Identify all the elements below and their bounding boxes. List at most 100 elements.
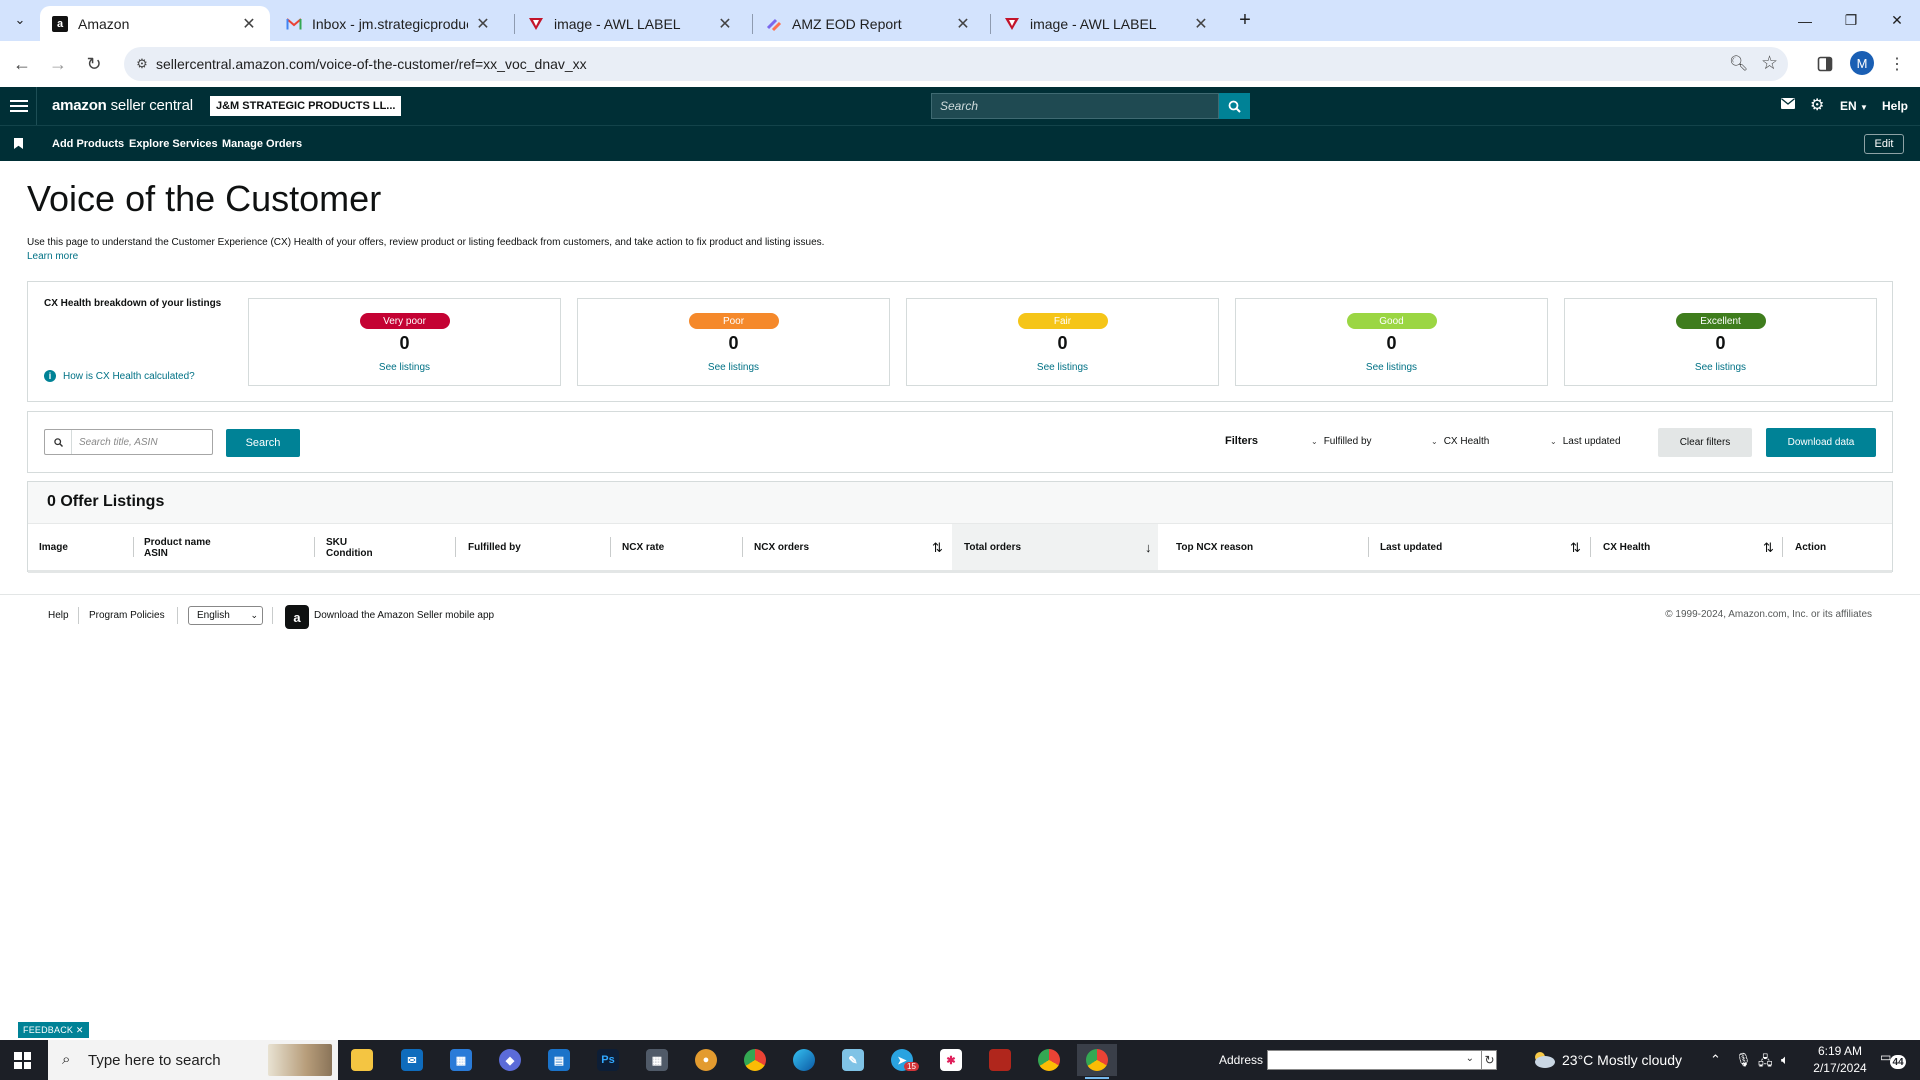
slack-icon[interactable]: ✱ bbox=[931, 1044, 971, 1076]
weather-text[interactable]: 23°C Mostly cloudy bbox=[1562, 1052, 1682, 1068]
program-policies-link[interactable]: Program Policies bbox=[89, 610, 165, 621]
last-updated-filter[interactable]: ⌄ Last updated bbox=[1550, 436, 1621, 447]
footer-language-select[interactable]: English ⌄ bbox=[188, 606, 263, 625]
learn-more-link[interactable]: Learn more bbox=[27, 251, 78, 262]
site-settings-icon[interactable]: ⚙ bbox=[132, 54, 152, 74]
footer-help-link[interactable]: Help bbox=[48, 610, 69, 621]
col-top-ncx-reason[interactable]: Top NCX reason bbox=[1176, 524, 1366, 571]
help-link[interactable]: Help bbox=[1882, 99, 1908, 113]
hamburger-menu-icon[interactable] bbox=[10, 97, 28, 115]
minimize-icon[interactable]: — bbox=[1782, 0, 1828, 41]
refresh-icon[interactable]: ↻ bbox=[1481, 1050, 1497, 1070]
bookmark-star-icon[interactable]: ☆ bbox=[1761, 52, 1778, 75]
feedback-tab[interactable]: FEEDBACK ✕ bbox=[18, 1022, 89, 1038]
subnav-add-products[interactable]: Add Products bbox=[52, 138, 124, 150]
browser-menu-icon[interactable]: ⋮ bbox=[1884, 51, 1910, 77]
profile-avatar[interactable]: M bbox=[1850, 51, 1874, 75]
edge-icon[interactable] bbox=[784, 1044, 824, 1076]
system-clock[interactable]: 6:19 AM 2/17/2024 bbox=[1805, 1043, 1875, 1077]
notifications-icon[interactable]: ▭ 44 bbox=[1880, 1050, 1906, 1070]
new-tab-plus-icon[interactable]: + bbox=[1233, 8, 1257, 32]
taskbar-search[interactable]: ⌕ Type here to search bbox=[48, 1040, 338, 1080]
photoshop-icon[interactable]: Ps bbox=[588, 1044, 628, 1076]
chrome-profile-icon[interactable] bbox=[1029, 1044, 1069, 1076]
forward-arrow-icon[interactable]: → bbox=[44, 50, 72, 78]
settings-gear-icon[interactable]: ⚙ bbox=[1810, 95, 1824, 115]
see-listings-fair[interactable]: See listings bbox=[907, 362, 1218, 373]
col-last-updated[interactable]: Last updated bbox=[1380, 524, 1580, 571]
sort-icon[interactable]: ⇅ bbox=[1763, 540, 1774, 556]
copilot-app-icon[interactable]: ◆ bbox=[490, 1044, 530, 1076]
see-listings-good[interactable]: See listings bbox=[1236, 362, 1547, 373]
mail-app-icon[interactable]: ✉ bbox=[392, 1044, 432, 1076]
file-explorer-icon[interactable] bbox=[342, 1044, 382, 1076]
tab-awl-label[interactable]: image - AWL LABEL ✕ bbox=[516, 6, 746, 41]
notes-app-icon[interactable]: ✎ bbox=[833, 1044, 873, 1076]
col-ncx-rate[interactable]: NCX rate bbox=[622, 524, 742, 571]
windows-start-icon[interactable] bbox=[14, 1052, 31, 1069]
tab-amz-eod-report[interactable]: AMZ EOD Report ✕ bbox=[754, 6, 984, 41]
col-sku[interactable]: SKU Condition bbox=[326, 524, 456, 571]
search-button[interactable]: Search bbox=[226, 429, 300, 457]
close-tab-icon[interactable]: ✕ bbox=[240, 14, 258, 34]
seller-app-icon[interactable]: a bbox=[285, 605, 309, 629]
edit-nav-button[interactable]: Edit bbox=[1864, 134, 1904, 154]
sort-icon[interactable]: ⇅ bbox=[1570, 540, 1581, 556]
hard-hat-app-icon[interactable]: ● bbox=[686, 1044, 726, 1076]
cx-health-help-link[interactable]: i How is CX Health calculated? bbox=[44, 370, 195, 382]
fulfilled-by-filter[interactable]: ⌄ Fulfilled by bbox=[1311, 436, 1372, 447]
outlook-app-icon[interactable]: ▤ bbox=[539, 1044, 579, 1076]
chevron-down-icon[interactable]: ⌄ bbox=[1466, 1053, 1474, 1064]
tab-amazon[interactable]: a Amazon ✕ bbox=[40, 6, 270, 41]
see-listings-poor[interactable]: See listings bbox=[578, 362, 889, 373]
cx-health-filter[interactable]: ⌄ CX Health bbox=[1431, 436, 1489, 447]
download-app-link[interactable]: Download the Amazon Seller mobile app bbox=[314, 610, 494, 621]
store-selector[interactable]: J&M STRATEGIC PRODUCTS LL... bbox=[210, 96, 401, 116]
tab-gmail[interactable]: Inbox - jm.strategicproducts@g ✕ bbox=[274, 6, 504, 41]
url-text[interactable]: sellercentral.amazon.com/voice-of-the-cu… bbox=[156, 56, 587, 72]
see-listings-excellent[interactable]: See listings bbox=[1565, 362, 1876, 373]
clear-filters-button[interactable]: Clear filters bbox=[1658, 428, 1752, 457]
sort-icon[interactable]: ⇅ bbox=[932, 540, 943, 556]
sort-descending-icon[interactable]: ↓ bbox=[1145, 540, 1152, 555]
header-search-input[interactable] bbox=[932, 94, 1220, 118]
chrome-icon[interactable] bbox=[735, 1044, 775, 1076]
col-total-orders[interactable]: Total orders bbox=[952, 524, 1158, 571]
close-icon[interactable]: ✕ bbox=[76, 1025, 84, 1036]
close-tab-icon[interactable]: ✕ bbox=[954, 14, 972, 34]
language-selector[interactable]: EN ▼ bbox=[1840, 99, 1868, 113]
close-tab-icon[interactable]: ✕ bbox=[716, 14, 734, 34]
mail-icon[interactable] bbox=[1781, 97, 1795, 112]
close-tab-icon[interactable]: ✕ bbox=[1192, 14, 1210, 34]
see-listings-very-poor[interactable]: See listings bbox=[249, 362, 560, 373]
calculator-icon[interactable]: ▦ bbox=[637, 1044, 677, 1076]
tab-search-chevron-icon[interactable]: ⌄ bbox=[8, 8, 32, 32]
col-ncx-orders[interactable]: NCX orders bbox=[754, 524, 944, 571]
telegram-icon[interactable]: ➤ 15 bbox=[882, 1044, 922, 1076]
tray-chevron-up-icon[interactable]: ⌃ bbox=[1710, 1052, 1721, 1068]
col-fulfilled-by[interactable]: Fulfilled by bbox=[468, 524, 608, 571]
weather-cloud-icon[interactable] bbox=[1530, 1049, 1556, 1069]
download-data-button[interactable]: Download data bbox=[1766, 428, 1876, 457]
back-arrow-icon[interactable]: ← bbox=[8, 50, 36, 78]
chrome-active-icon[interactable] bbox=[1077, 1044, 1117, 1079]
bookmark-icon[interactable] bbox=[14, 138, 23, 149]
subnav-manage-orders[interactable]: Manage Orders bbox=[222, 138, 302, 150]
listing-search-input[interactable] bbox=[73, 430, 212, 454]
dota-icon[interactable] bbox=[980, 1044, 1020, 1076]
col-cx-health[interactable]: CX Health bbox=[1603, 524, 1783, 571]
close-tab-icon[interactable]: ✕ bbox=[474, 14, 492, 34]
tab-awl-label-2[interactable]: image - AWL LABEL ✕ bbox=[992, 6, 1222, 41]
window-close-icon[interactable]: ✕ bbox=[1874, 0, 1920, 41]
microphone-icon[interactable]: 🎙︎ bbox=[1735, 1052, 1752, 1068]
zoom-magnifier-icon[interactable]: 🔍︎ bbox=[1729, 54, 1748, 72]
subnav-explore-services[interactable]: Explore Services bbox=[129, 138, 218, 150]
address-bar[interactable]: ⚙ sellercentral.amazon.com/voice-of-the-… bbox=[124, 47, 1788, 81]
side-panel-icon[interactable] bbox=[1812, 51, 1838, 77]
seller-central-logo[interactable]: amazon seller central bbox=[52, 97, 193, 114]
store-app-icon[interactable]: ▦ bbox=[441, 1044, 481, 1076]
address-toolbar-input[interactable]: ⌄ bbox=[1267, 1050, 1497, 1070]
volume-icon[interactable]: 🔈︎ bbox=[1781, 1052, 1789, 1068]
col-product-name[interactable]: Product name ASIN bbox=[144, 524, 324, 571]
restore-icon[interactable]: ❐ bbox=[1828, 0, 1874, 41]
